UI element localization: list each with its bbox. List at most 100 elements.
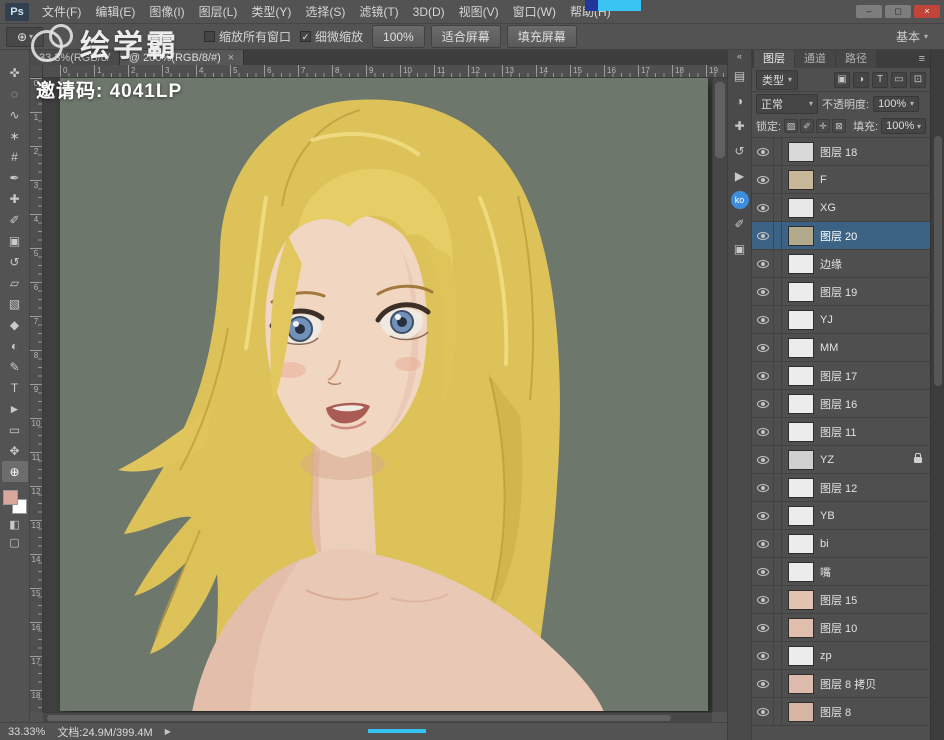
zoom-level-field[interactable]: 33.33% <box>8 726 45 738</box>
layers-panel-tab[interactable]: 图层 <box>754 48 794 68</box>
layer-row[interactable]: 图层 17 <box>752 362 930 390</box>
resize-windows-checkbox[interactable]: 缩放所有窗口 <box>204 28 291 45</box>
layer-row[interactable]: 图层 8 拷贝 <box>752 670 930 698</box>
tool-lasso[interactable]: ∿ <box>2 104 28 125</box>
layer-row[interactable]: 边缘 <box>752 250 930 278</box>
layer-thumbnail[interactable] <box>788 422 814 442</box>
layer-row[interactable]: 图层 18 <box>752 138 930 166</box>
dock-collapse-icon[interactable]: « <box>737 51 742 61</box>
layer-thumbnail[interactable] <box>788 142 814 162</box>
menu-item[interactable]: 选择(S) <box>298 0 352 24</box>
layer-thumbnail[interactable] <box>788 254 814 274</box>
filter-kind-select[interactable]: 类型 ▾ <box>756 70 798 90</box>
dock-icon-brush-presets[interactable]: ✐ <box>730 214 750 234</box>
filter-adjustment-icon[interactable]: ◑ <box>853 72 869 88</box>
menu-item[interactable]: 类型(Y) <box>244 0 298 24</box>
options-button[interactable]: 适合屏幕 <box>431 25 501 48</box>
filter-pixel-icon[interactable]: ▣ <box>834 72 850 88</box>
layer-visibility-toggle[interactable] <box>752 474 774 501</box>
lock-transparency-icon[interactable]: ▨ <box>784 119 798 133</box>
layer-thumbnail[interactable] <box>788 674 814 694</box>
lock-all-icon[interactable]: ⊠ <box>832 119 846 133</box>
checkbox-box[interactable] <box>204 31 215 42</box>
layer-visibility-toggle[interactable] <box>752 306 774 333</box>
filter-type-icon[interactable]: T <box>872 72 888 88</box>
tool-brush[interactable]: ✐ <box>2 209 28 230</box>
close-icon[interactable]: × <box>228 52 234 64</box>
layer-thumbnail[interactable] <box>788 394 814 414</box>
fill-select[interactable]: 100% ▾ <box>881 118 926 134</box>
tool-magic-wand[interactable]: ∗ <box>2 125 28 146</box>
menu-item[interactable]: 视图(V) <box>452 0 506 24</box>
close-button[interactable]: × <box>914 5 940 18</box>
layer-thumbnail[interactable] <box>788 310 814 330</box>
layer-row[interactable]: 图层 15 <box>752 586 930 614</box>
vertical-scrollbar[interactable] <box>712 78 727 712</box>
layer-visibility-toggle[interactable] <box>752 614 774 641</box>
dock-icon-color[interactable]: ▤ <box>730 66 750 86</box>
layer-thumbnail[interactable] <box>788 338 814 358</box>
layer-row[interactable]: MM <box>752 334 930 362</box>
panel-menu-icon[interactable]: ≡ <box>919 50 925 68</box>
menu-item[interactable]: 3D(D) <box>406 0 452 24</box>
layer-thumbnail[interactable] <box>788 534 814 554</box>
dock-icon-ko-badge[interactable]: ko <box>731 191 749 209</box>
layers-panel-tab[interactable]: 通道 <box>795 48 835 68</box>
tool-shape[interactable]: ▭ <box>2 419 28 440</box>
menu-item[interactable]: 窗口(W) <box>506 0 563 24</box>
screen-mode-button[interactable]: ▢ <box>2 533 28 551</box>
tool-blur[interactable]: ◆ <box>2 314 28 335</box>
layer-row[interactable]: 图层 11 <box>752 418 930 446</box>
tool-pen[interactable]: ✎ <box>2 356 28 377</box>
tool-eraser[interactable]: ▱ <box>2 272 28 293</box>
menu-item[interactable]: 文件(F) <box>35 0 88 24</box>
layer-row[interactable]: 图层 10 <box>752 614 930 642</box>
layer-thumbnail[interactable] <box>788 646 814 666</box>
layer-visibility-toggle[interactable] <box>752 194 774 221</box>
layer-visibility-toggle[interactable] <box>752 278 774 305</box>
layer-visibility-toggle[interactable] <box>752 446 774 473</box>
tool-healing-brush[interactable]: ✚ <box>2 188 28 209</box>
tool-path-select[interactable]: ► <box>2 398 28 419</box>
layer-row[interactable]: YZ <box>752 446 930 474</box>
layer-thumbnail[interactable] <box>788 702 814 722</box>
menu-item[interactable]: 滤镜(T) <box>352 0 405 24</box>
layer-visibility-toggle[interactable] <box>752 642 774 669</box>
layer-thumbnail[interactable] <box>788 450 814 470</box>
layer-thumbnail[interactable] <box>788 198 814 218</box>
layer-visibility-toggle[interactable] <box>752 558 774 585</box>
layer-visibility-toggle[interactable] <box>752 670 774 697</box>
workspace-switcher[interactable]: 基本 ▾ <box>896 28 928 45</box>
tool-hand[interactable]: ✥ <box>2 440 28 461</box>
tool-crop[interactable]: # <box>2 146 28 167</box>
layer-visibility-toggle[interactable] <box>752 698 774 725</box>
status-menu-arrow-icon[interactable]: ▶ <box>165 727 171 736</box>
layer-row[interactable]: 图层 8 <box>752 698 930 726</box>
scrubby-zoom-checkbox[interactable]: ✓ 细微缩放 <box>300 28 363 45</box>
panel-scrollbar-thumb[interactable] <box>934 136 942 386</box>
dock-icon-clone-source[interactable]: ▣ <box>730 239 750 259</box>
menu-item[interactable]: 编辑(E) <box>88 0 142 24</box>
layer-row[interactable]: 图层 19 <box>752 278 930 306</box>
layer-row[interactable]: YJ <box>752 306 930 334</box>
menu-item[interactable]: 图层(L) <box>192 0 245 24</box>
layer-visibility-toggle[interactable] <box>752 334 774 361</box>
options-button[interactable]: 填充屏幕 <box>507 25 577 48</box>
layer-row[interactable]: 图层 12 <box>752 474 930 502</box>
layer-row[interactable]: zp <box>752 642 930 670</box>
layer-visibility-toggle[interactable] <box>752 166 774 193</box>
layer-visibility-toggle[interactable] <box>752 222 774 249</box>
layer-visibility-toggle[interactable] <box>752 390 774 417</box>
tool-type[interactable]: T <box>2 377 28 398</box>
tool-zoom[interactable]: ⊕ <box>2 461 28 482</box>
vertical-scrollbar-thumb[interactable] <box>715 82 725 158</box>
document-tab-inactive[interactable]: 33.3%(RGB/8/ <box>30 50 120 65</box>
current-tool-button[interactable]: ⊕ ▾ <box>6 27 44 47</box>
tool-move[interactable]: ✜ <box>2 62 28 83</box>
layer-thumbnail[interactable] <box>788 226 814 246</box>
horizontal-scrollbar[interactable] <box>43 712 712 722</box>
layer-thumbnail[interactable] <box>788 282 814 302</box>
filter-smart-object-icon[interactable]: ⊡ <box>910 72 926 88</box>
layer-visibility-toggle[interactable] <box>752 362 774 389</box>
layer-thumbnail[interactable] <box>788 478 814 498</box>
